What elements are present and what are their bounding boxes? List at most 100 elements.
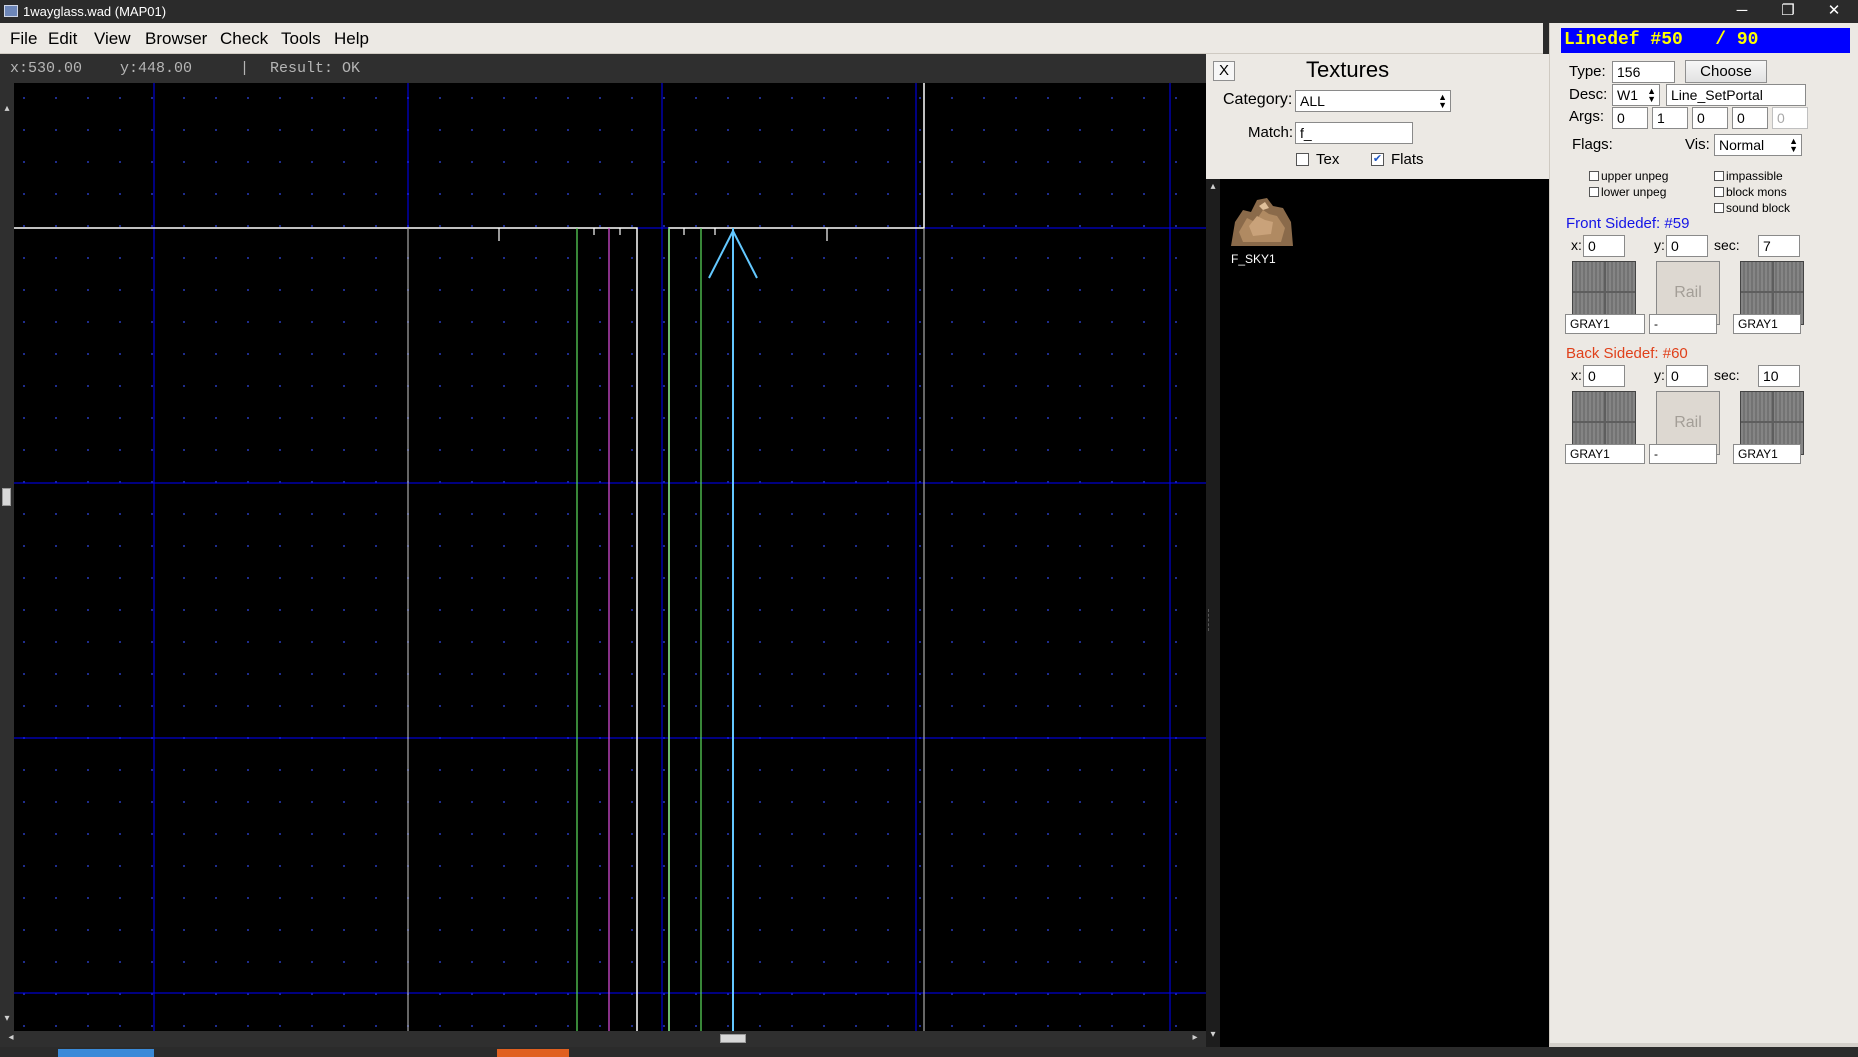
status-result: Result: OK (270, 60, 361, 77)
desc-label: Desc: (1569, 86, 1608, 103)
impassible-label: impassible (1726, 169, 1783, 183)
bottom-toolbar-strip (0, 1047, 1858, 1057)
map-canvas[interactable] (14, 83, 1206, 1031)
texture-browser[interactable]: ▴ ▾ F_SKY1 (1206, 179, 1549, 1047)
vis-value: Normal (1719, 137, 1765, 153)
back-sec-input[interactable]: 10 (1758, 365, 1800, 387)
type-label: Type: (1569, 63, 1606, 80)
status-bar: x:530.00 y:448.00 | Result: OK (0, 54, 1206, 83)
close-icon[interactable]: ✕ (1811, 0, 1857, 23)
texture-scrollbar[interactable]: ▴ ▾ (1206, 179, 1220, 1047)
front-upper-texture-name[interactable]: GRAY1 (1565, 314, 1645, 334)
scroll-left-icon[interactable]: ◂ (4, 1032, 18, 1043)
linedef-panel: Linedef #50 / 90 Type: 156 Choose Desc: … (1549, 23, 1858, 1047)
arg-4-input[interactable]: 0 (1732, 107, 1768, 129)
desc-trigger-select[interactable]: W1 ▲ ▼ (1612, 84, 1660, 106)
menu-bar: File Edit View Browser Check Tools Help (0, 23, 1543, 54)
grid-dots (14, 83, 1206, 1031)
arg-2-input[interactable]: 1 (1652, 107, 1688, 129)
menu-help[interactable]: Help (334, 29, 369, 49)
tex-checkbox-label: Tex (1316, 151, 1340, 168)
back-x-input[interactable]: 0 (1583, 365, 1625, 387)
front-sec-input[interactable]: 7 (1758, 235, 1800, 257)
back-y-label: y: (1654, 367, 1665, 383)
impassible-checkbox[interactable] (1714, 171, 1724, 181)
back-lower-texture-name[interactable]: GRAY1 (1733, 444, 1801, 464)
map-horizontal-scrollbar[interactable]: ◂ ▸ (0, 1031, 1206, 1047)
front-x-label: x: (1571, 237, 1582, 253)
arg-5-input: 0 (1772, 107, 1808, 129)
maximize-icon[interactable]: ❐ (1765, 0, 1811, 23)
flags-label: Flags: (1572, 136, 1613, 153)
scroll-up-icon[interactable]: ▴ (0, 103, 14, 114)
vis-label: Vis: (1685, 136, 1710, 153)
scroll-down-icon[interactable]: ▾ (0, 1013, 14, 1024)
spinner-icon: ▲ ▼ (1789, 136, 1798, 154)
textures-close-button[interactable]: X (1213, 61, 1235, 81)
sound-block-checkbox[interactable] (1714, 203, 1724, 213)
upper-unpeg-checkbox[interactable] (1589, 171, 1599, 181)
front-x-input[interactable]: 0 (1583, 235, 1625, 257)
block-mons-label: block mons (1726, 185, 1787, 199)
back-upper-texture-name[interactable]: GRAY1 (1565, 444, 1645, 464)
panel-bottom-edge (1550, 1043, 1858, 1047)
front-middle-texture-name[interactable]: - (1649, 314, 1717, 334)
flats-checkbox[interactable]: ✔ (1371, 153, 1384, 166)
scroll-thumb[interactable] (720, 1034, 746, 1043)
map-vertical-scrollbar[interactable]: ▴ ▾ (0, 83, 14, 1031)
back-y-input[interactable]: 0 (1666, 365, 1708, 387)
scroll-grip-icon[interactable] (1208, 609, 1217, 631)
texture-tile-name: F_SKY1 (1231, 252, 1276, 266)
category-label: Category: (1223, 91, 1293, 108)
menu-browser[interactable]: Browser (145, 29, 207, 49)
window-title: 1wayglass.wad (MAP01) (23, 4, 167, 19)
category-select[interactable]: ALL ▲ ▼ (1295, 90, 1451, 112)
app-icon (4, 5, 18, 17)
menu-tools[interactable]: Tools (281, 29, 321, 49)
scroll-down-icon[interactable]: ▾ (1206, 1029, 1220, 1040)
menu-check[interactable]: Check (220, 29, 268, 49)
linedef-header: Linedef #50 / 90 (1561, 28, 1850, 53)
status-y: y:448.00 (120, 60, 193, 77)
category-value: ALL (1300, 93, 1325, 109)
front-y-input[interactable]: 0 (1666, 235, 1708, 257)
flats-checkbox-label: Flats (1391, 151, 1424, 168)
spinner-icon: ▲ ▼ (1647, 86, 1656, 104)
match-input[interactable]: f_ (1295, 122, 1413, 144)
front-lower-texture-name[interactable]: GRAY1 (1733, 314, 1801, 334)
args-label: Args: (1569, 108, 1605, 125)
back-sec-label: sec: (1714, 367, 1740, 383)
vis-select[interactable]: Normal ▲ ▼ (1714, 134, 1802, 156)
front-y-label: y: (1654, 237, 1665, 253)
match-label: Match: (1248, 124, 1294, 141)
title-bar: 1wayglass.wad (MAP01) ─ ❐ ✕ (0, 0, 1858, 23)
upper-unpeg-label: upper unpeg (1601, 169, 1669, 183)
choose-button[interactable]: Choose (1685, 60, 1767, 83)
lower-unpeg-label: lower unpeg (1601, 185, 1667, 199)
scroll-thumb[interactable] (2, 488, 11, 506)
tex-checkbox[interactable] (1296, 153, 1309, 166)
minimize-icon[interactable]: ─ (1719, 0, 1765, 23)
sound-block-label: sound block (1726, 201, 1791, 215)
textures-panel: X Textures Category: ALL ▲ ▼ Match: f_ Te… (1206, 54, 1549, 179)
texture-tile[interactable]: F_SKY1 (1229, 192, 1299, 280)
arg-3-input[interactable]: 0 (1692, 107, 1728, 129)
menu-file[interactable]: File (10, 29, 37, 49)
map-view[interactable] (14, 83, 1206, 1031)
front-sec-label: sec: (1714, 237, 1740, 253)
arg-1-input[interactable]: 0 (1612, 107, 1648, 129)
menu-edit[interactable]: Edit (48, 29, 77, 49)
menu-view[interactable]: View (94, 29, 131, 49)
toolbar-button[interactable] (497, 1049, 569, 1057)
scroll-up-icon[interactable]: ▴ (1206, 181, 1220, 192)
block-mons-checkbox[interactable] (1714, 187, 1724, 197)
desc-input[interactable]: Line_SetPortal (1666, 84, 1806, 106)
back-sidedef-title: Back Sidedef: #60 (1566, 345, 1688, 362)
scroll-right-icon[interactable]: ▸ (1188, 1032, 1202, 1043)
back-x-label: x: (1571, 367, 1582, 383)
toolbar-button[interactable] (58, 1049, 154, 1057)
f-sky1-thumbnail (1231, 198, 1293, 246)
type-input[interactable]: 156 (1612, 61, 1675, 83)
back-middle-texture-name[interactable]: - (1649, 444, 1717, 464)
lower-unpeg-checkbox[interactable] (1589, 187, 1599, 197)
